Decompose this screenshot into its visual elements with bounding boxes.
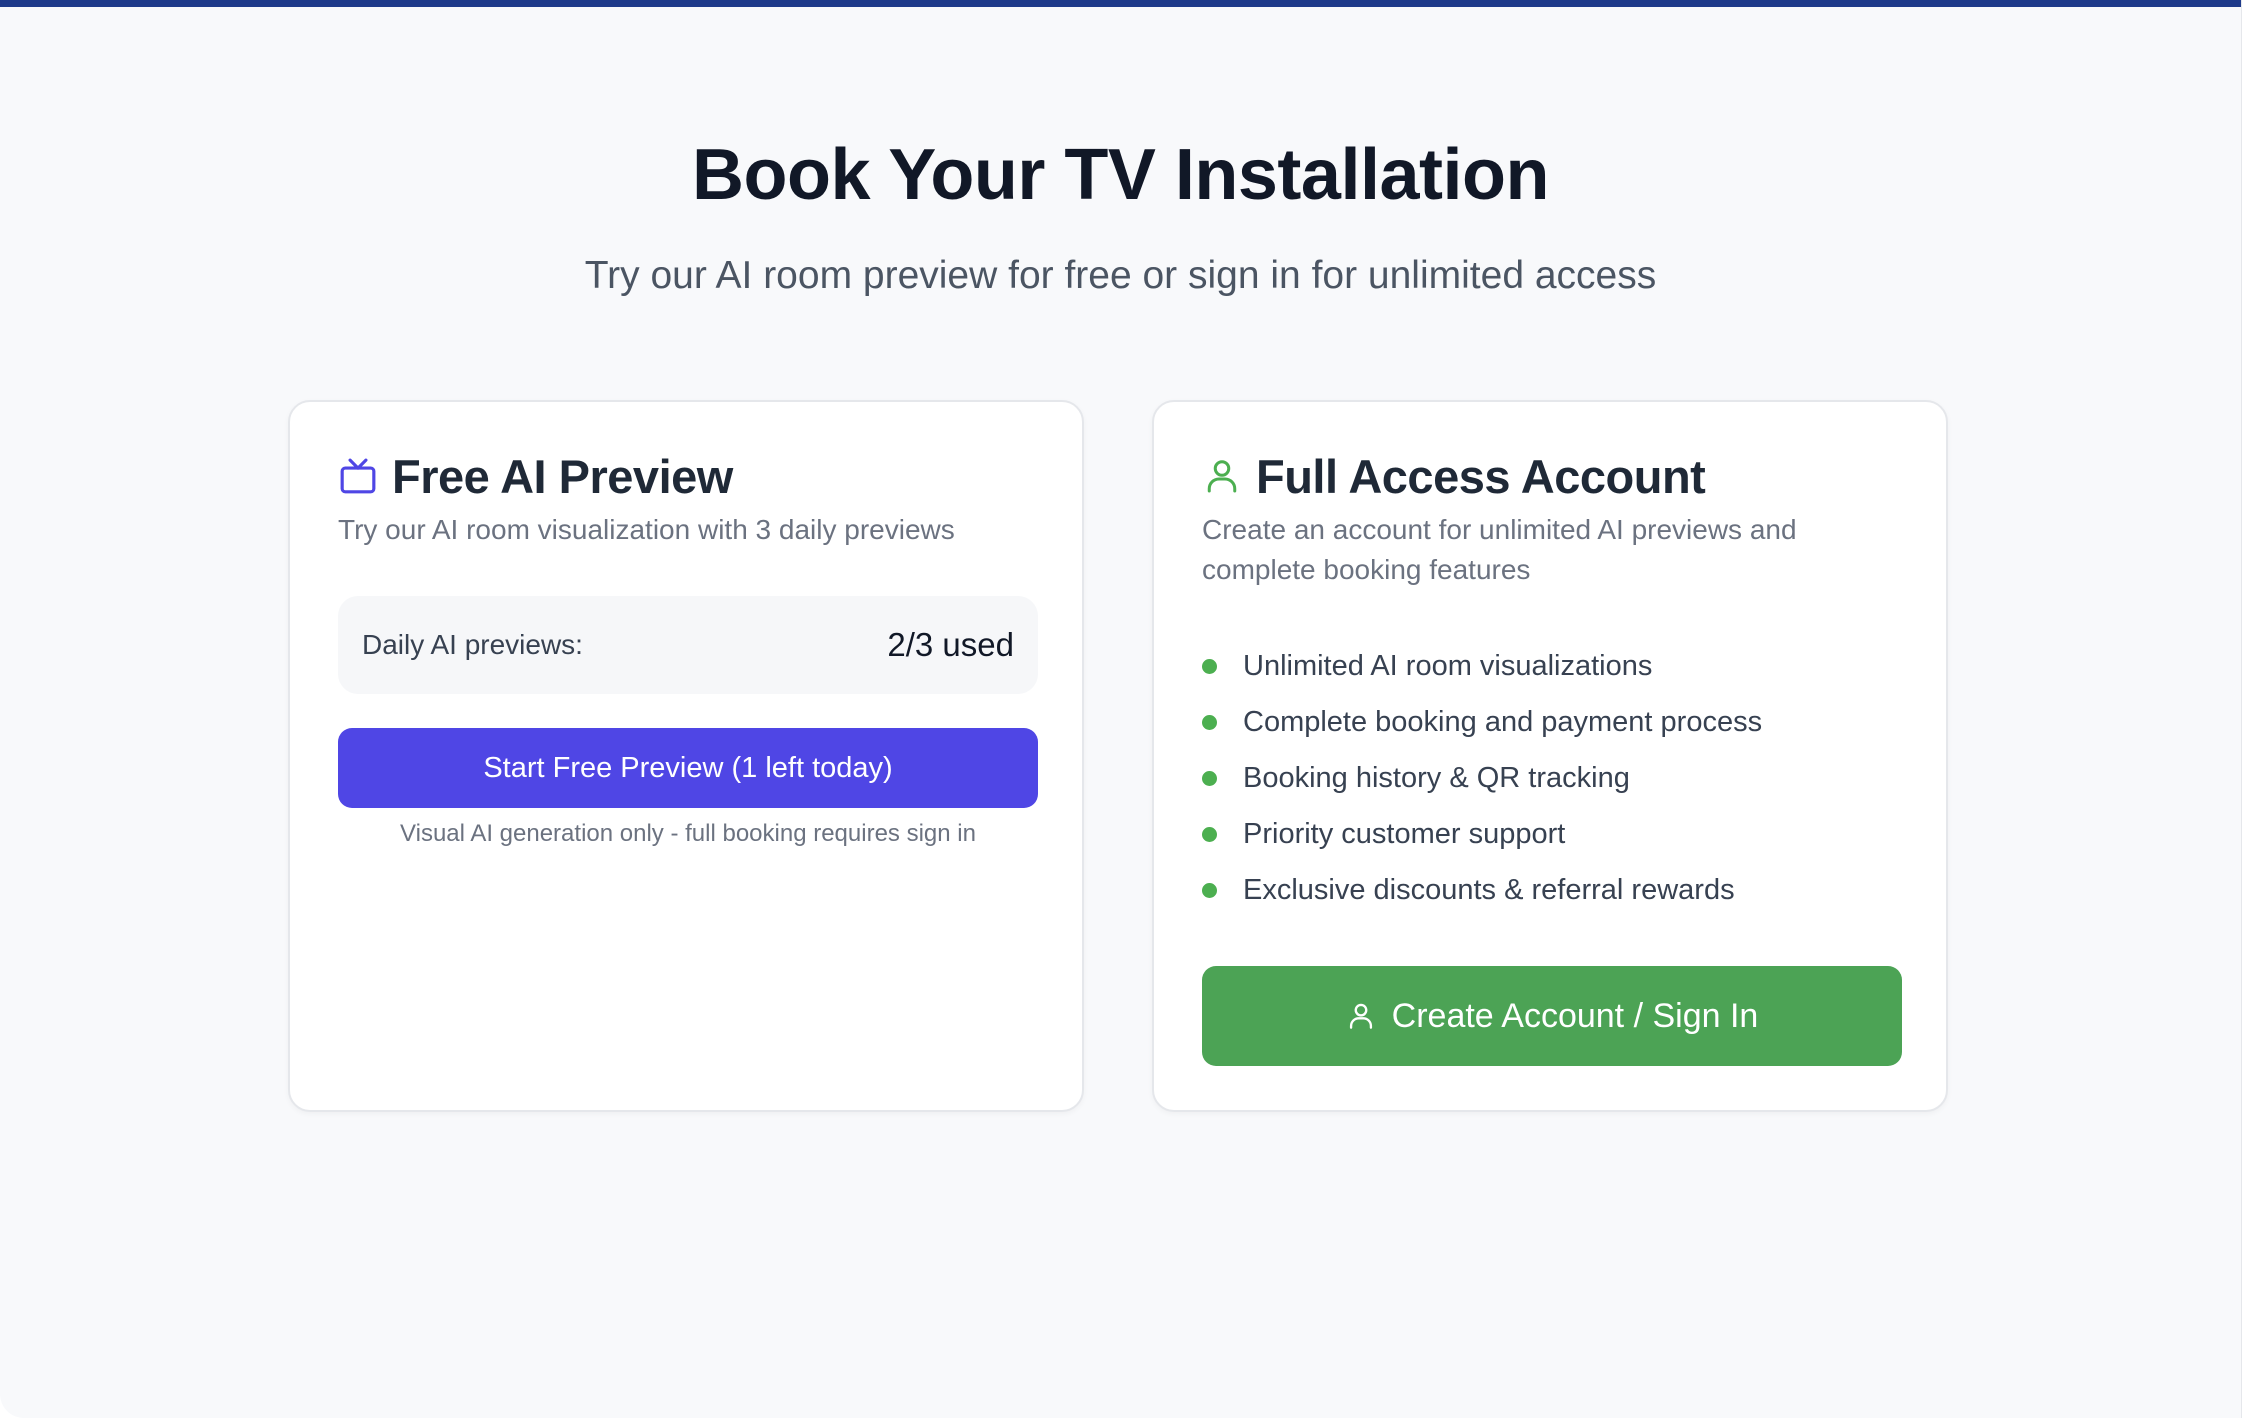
page-title: Book Your TV Installation: [692, 135, 1549, 215]
tv-icon: [338, 456, 378, 496]
daily-usage-value: 2/3 used: [887, 626, 1014, 663]
free-preview-header: Free AI Preview: [338, 446, 733, 506]
bullet-dot-icon: [1202, 714, 1217, 730]
bullet-dot-icon: [1202, 658, 1217, 674]
feature-item: Unlimited AI room visualizations: [1202, 638, 1762, 694]
daily-usage-label: Daily AI previews:: [362, 629, 583, 660]
top-accent-bar: [0, 0, 2241, 7]
bullet-dot-icon: [1202, 826, 1217, 842]
feature-text: Unlimited AI room visualizations: [1243, 649, 1653, 682]
feature-text: Complete booking and payment process: [1243, 705, 1763, 738]
user-icon: [1346, 1001, 1376, 1031]
feature-item: Booking history & QR tracking: [1202, 750, 1762, 806]
daily-usage-box: Daily AI previews: 2/3 used: [338, 596, 1038, 694]
bullet-dot-icon: [1202, 770, 1217, 786]
full-access-card: Full Access Account Create an account fo…: [1152, 400, 1948, 1112]
create-account-button-label: Create Account / Sign In: [1391, 996, 1759, 1035]
free-preview-card: Free AI Preview Try our AI room visualiz…: [288, 400, 1084, 1112]
window-edge: [2241, 0, 2248, 1418]
feature-item: Complete booking and payment process: [1202, 694, 1762, 750]
full-access-title: Full Access Account: [1256, 449, 1706, 503]
feature-text: Booking history & QR tracking: [1243, 761, 1630, 794]
page: Book Your TV Installation Try our AI roo…: [0, 0, 2241, 1418]
feature-text: Exclusive discounts & referral rewards: [1243, 873, 1735, 906]
free-preview-description: Try our AI room visualization with 3 dai…: [338, 514, 955, 545]
page-subtitle: Try our AI room preview for free or sign…: [584, 254, 1657, 297]
create-account-sign-in-button[interactable]: Create Account / Sign In: [1202, 966, 1902, 1066]
free-preview-title: Free AI Preview: [392, 449, 733, 503]
bullet-dot-icon: [1202, 882, 1217, 898]
feature-text: Priority customer support: [1243, 817, 1566, 850]
feature-item: Exclusive discounts & referral rewards: [1202, 862, 1762, 918]
user-icon: [1202, 456, 1242, 496]
feature-item: Priority customer support: [1202, 806, 1762, 862]
full-access-header: Full Access Account: [1202, 446, 1706, 506]
feature-list: Unlimited AI room visualizations Complet…: [1202, 638, 1762, 918]
full-access-description: Create an account for unlimited AI previ…: [1202, 514, 1797, 585]
start-free-preview-button[interactable]: Start Free Preview (1 left today): [338, 728, 1038, 808]
free-preview-note: Visual AI generation only - full booking…: [400, 820, 976, 847]
